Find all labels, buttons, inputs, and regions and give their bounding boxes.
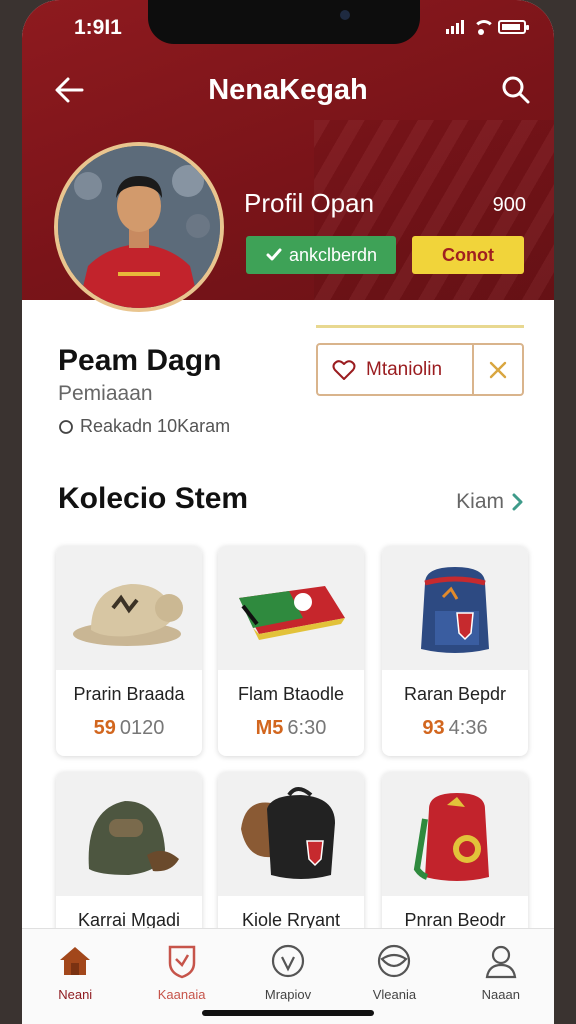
contact-button[interactable]: Conot <box>412 236 524 274</box>
product-image <box>56 772 202 896</box>
divider <box>316 325 524 328</box>
product-image <box>382 772 528 896</box>
profile-count: 900 <box>492 194 526 216</box>
product-name: Prarin Braada <box>73 684 185 704</box>
price-accent: M5 <box>255 717 284 739</box>
product-image <box>56 546 202 670</box>
heart-icon <box>332 359 356 380</box>
price-value: 6:30 <box>287 717 327 739</box>
favorite-label: Mtaniolin <box>366 358 443 380</box>
hat-bag-icon <box>88 801 179 875</box>
product-card[interactable]: Flam Btaodle M5 6:30 <box>218 546 364 756</box>
status-time: 1:9I1 <box>74 16 122 39</box>
camera-icon <box>340 10 350 20</box>
contact-label: Conot <box>442 244 494 265</box>
tab-profile[interactable]: Naaan <box>448 929 554 1024</box>
black-bag-icon <box>241 787 335 879</box>
follow-button[interactable]: ankclberdn <box>246 236 396 274</box>
section-title: Kolecio Stem <box>58 482 249 515</box>
signal-icon <box>446 20 464 34</box>
location-label: Reakadn 10Karam <box>80 416 231 436</box>
phone-frame: 1:9I1 NenaKegah Profil Opan 900 ankclber… <box>0 0 576 1024</box>
product-price: M5 6:30 <box>218 717 364 740</box>
tab-home[interactable]: Neani <box>22 929 128 1024</box>
app-screen: 1:9I1 NenaKegah Profil Opan 900 ankclber… <box>22 0 554 1024</box>
avatar[interactable] <box>54 142 224 312</box>
check-icon <box>266 248 282 261</box>
search-icon <box>502 76 530 104</box>
home-indicator <box>202 1010 374 1016</box>
close-icon <box>489 361 507 378</box>
wifi-icon <box>472 20 495 35</box>
product-name: Raran Bepdr <box>403 684 507 704</box>
see-all-label: Kiam <box>456 490 504 513</box>
price-value: 4:36 <box>448 717 488 739</box>
shop-location: Reakadn 10Karam <box>58 416 230 437</box>
location-pin-icon <box>59 419 73 434</box>
product-name: Flam Btaodle <box>237 684 345 704</box>
profile-name: Profil Opan <box>244 188 375 218</box>
price-accent: 93 <box>422 717 445 739</box>
tab-label: Naaan <box>481 987 520 1002</box>
status-icons <box>446 20 529 35</box>
product-image <box>382 546 528 670</box>
see-all-link[interactable]: Kiam <box>456 490 524 514</box>
tab-label: Mrapiov <box>264 987 312 1002</box>
home-icon <box>60 947 91 975</box>
favorite-box: Mtaniolin <box>316 343 524 396</box>
shop-subtitle: Pemiaaan <box>58 382 153 405</box>
product-card[interactable]: Karrai Mgadi <box>56 772 202 942</box>
search-button[interactable] <box>496 70 536 110</box>
product-card[interactable]: Kiole Rryant <box>218 772 364 942</box>
product-card[interactable]: Pnran Beodr <box>382 772 528 942</box>
battery-icon <box>498 20 529 34</box>
price-accent: 59 <box>93 717 116 739</box>
red-backpack-icon <box>413 793 489 881</box>
product-price: 93 4:36 <box>382 717 528 740</box>
product-card[interactable]: Raran Bepdr 93 4:36 <box>382 546 528 756</box>
product-price: 59 0120 <box>56 717 202 740</box>
favorite-button[interactable]: Mtaniolin <box>318 345 472 394</box>
product-image <box>218 772 364 896</box>
check-circle-icon <box>271 944 305 978</box>
product-card[interactable]: Prarin Braada 59 0120 <box>56 546 202 756</box>
app-title: NenaKegah <box>208 74 368 106</box>
user-icon <box>485 945 517 979</box>
tab-label: Neani <box>58 987 93 1002</box>
shield-icon <box>168 945 195 979</box>
product-image <box>218 546 364 670</box>
price-value: 0120 <box>119 717 165 739</box>
cap-icon <box>73 584 183 646</box>
dismiss-button[interactable] <box>472 345 522 394</box>
tab-label: Vleania <box>372 987 417 1002</box>
leaf-icon <box>378 944 411 978</box>
follow-label: ankclberdn <box>288 244 378 265</box>
player-photo-icon <box>58 146 220 308</box>
wallet-icon <box>239 586 345 640</box>
chevron-right-icon <box>512 493 523 511</box>
tab-label: Kaanaia <box>157 987 206 1002</box>
camera-notch <box>148 0 420 44</box>
shop-name: Peam Dagn <box>58 344 222 377</box>
backpack-icon <box>421 567 489 653</box>
